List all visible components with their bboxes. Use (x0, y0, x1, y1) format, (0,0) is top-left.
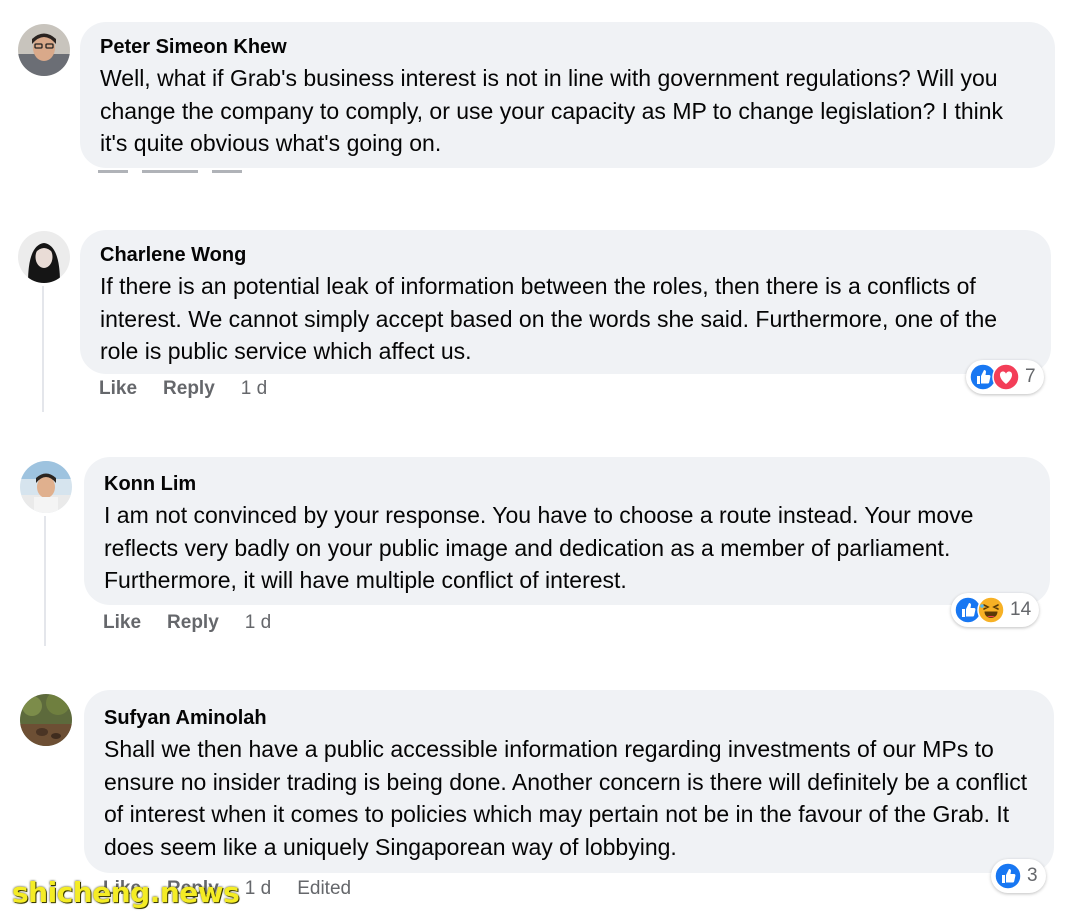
edited-label[interactable]: Edited (297, 878, 351, 900)
comment-bubble: Konn Lim I am not convinced by your resp… (84, 457, 1050, 605)
comment-text: If there is an potential leak of informa… (100, 273, 998, 364)
avatar[interactable] (18, 231, 70, 283)
like-icon (994, 862, 1022, 890)
comment-text: I am not convinced by your response. You… (104, 502, 974, 593)
avatar[interactable] (20, 461, 72, 513)
comment-text: Shall we then have a public accessible i… (104, 736, 1028, 860)
reaction-count: 3 (1027, 865, 1038, 886)
cutoff-actions-row (98, 170, 278, 176)
comment-author[interactable]: Konn Lim (104, 471, 1030, 497)
reply-button[interactable]: Reply (167, 612, 219, 634)
comment-bubble: Sufyan Aminolah Shall we then have a pub… (84, 690, 1054, 873)
avatar[interactable] (18, 24, 70, 76)
reaction-summary[interactable]: 3 (991, 859, 1046, 893)
comment-text: Well, what if Grab's business interest i… (100, 65, 1004, 156)
comment-author[interactable]: Peter Simeon Khew (100, 34, 1035, 60)
like-button[interactable]: Like (99, 378, 137, 400)
reaction-summary[interactable]: 7 (966, 360, 1044, 394)
comment-actions: Like Reply 1 d (103, 612, 271, 634)
watermark: shicheng.news (12, 876, 240, 909)
love-icon (992, 363, 1020, 391)
haha-icon (977, 596, 1005, 624)
comment-author[interactable]: Sufyan Aminolah (104, 705, 1034, 731)
comment-bubble: Charlene Wong If there is an potential l… (80, 230, 1051, 374)
avatar[interactable] (20, 694, 72, 746)
reaction-count: 7 (1025, 366, 1036, 387)
like-button[interactable]: Like (103, 612, 141, 634)
thread-line (44, 516, 46, 646)
reaction-summary[interactable]: 14 (951, 593, 1040, 627)
reply-button[interactable]: Reply (163, 378, 215, 400)
comment-actions: Like Reply 1 d (99, 378, 267, 400)
comment-author[interactable]: Charlene Wong (100, 242, 1031, 268)
reaction-count: 14 (1010, 599, 1032, 620)
comment-timestamp[interactable]: 1 d (245, 612, 271, 634)
thread-line (42, 286, 44, 412)
comment-timestamp[interactable]: 1 d (245, 878, 271, 900)
comment-bubble: Peter Simeon Khew Well, what if Grab's b… (80, 22, 1055, 168)
comment-timestamp[interactable]: 1 d (241, 378, 267, 400)
